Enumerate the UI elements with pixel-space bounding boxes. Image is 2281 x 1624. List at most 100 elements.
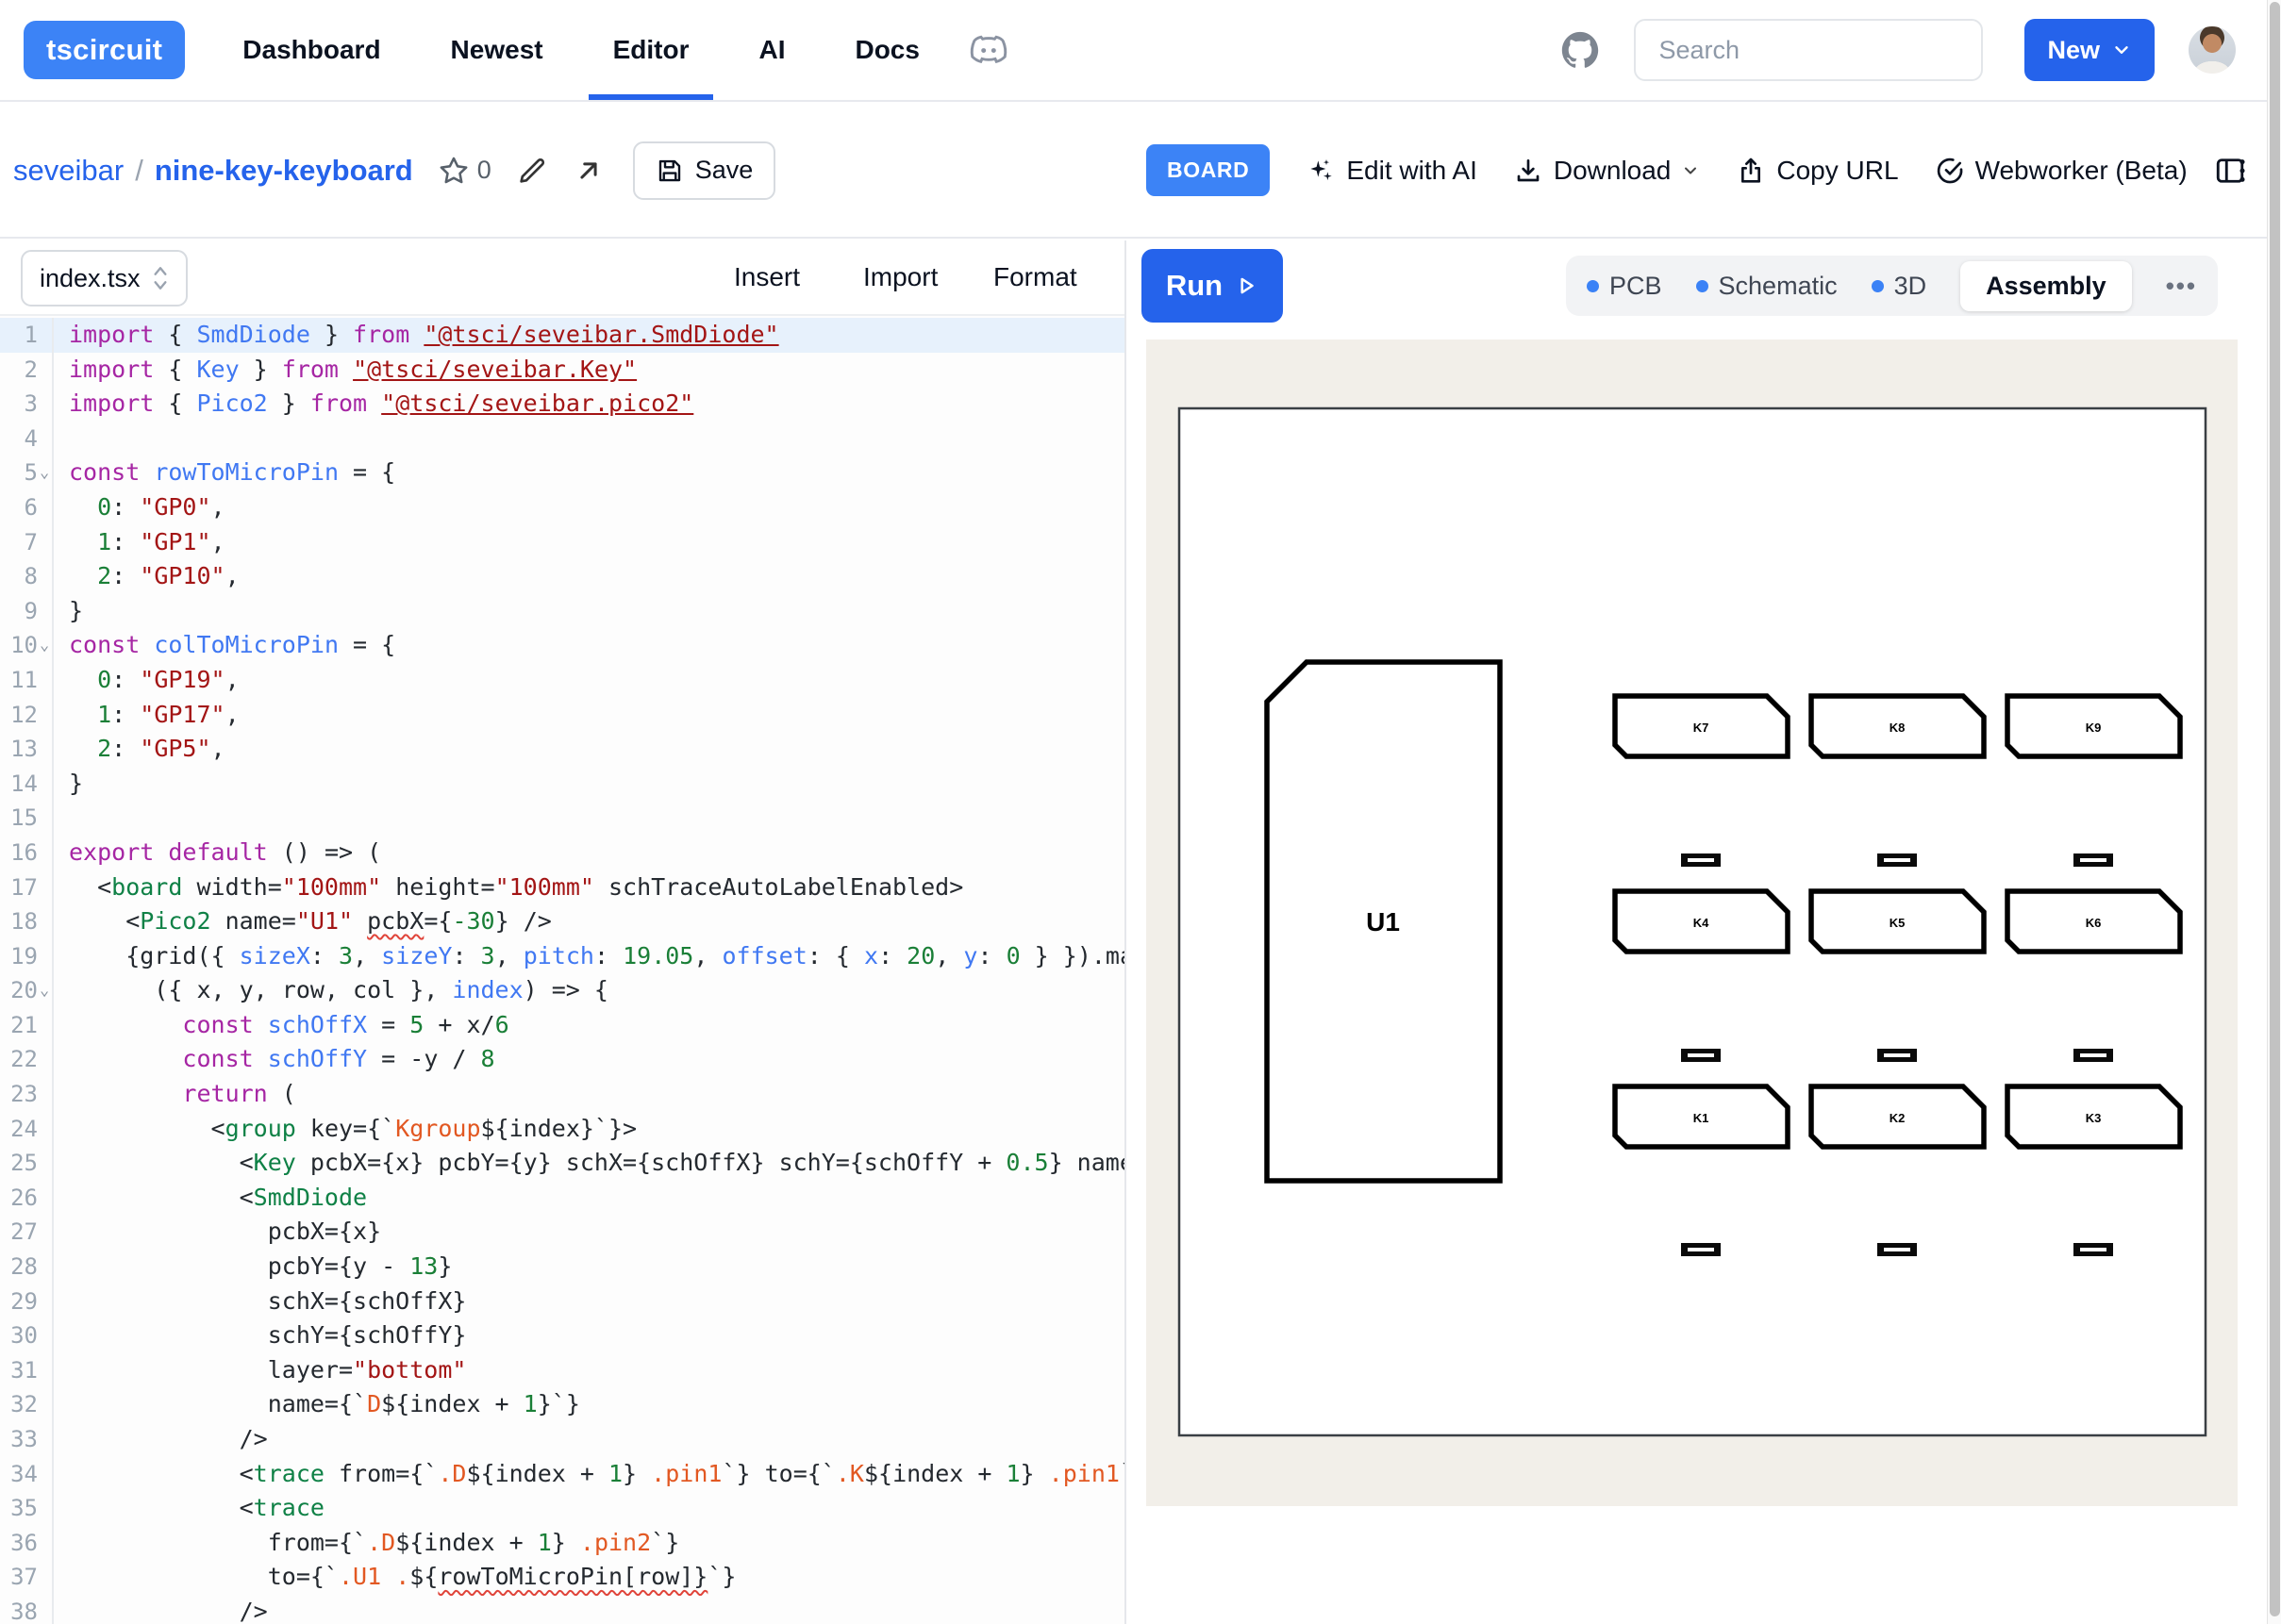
- code-line[interactable]: 30 schY={schOffY}: [0, 1318, 1124, 1353]
- code-line[interactable]: 10⌄const colToMicroPin = {: [0, 628, 1124, 663]
- code-line[interactable]: 28 pcbY={y - 13}: [0, 1250, 1124, 1284]
- component-key-k2[interactable]: K2: [1811, 1086, 1984, 1147]
- code-line[interactable]: 15: [0, 801, 1124, 836]
- code-line[interactable]: 8 2: "GP10",: [0, 559, 1124, 594]
- code-line[interactable]: 26 <SmdDiode: [0, 1181, 1124, 1216]
- code-line[interactable]: 3import { Pico2 } from "@tsci/seveibar.p…: [0, 387, 1124, 422]
- code-line[interactable]: 24 <group key={`Kgroup${index}`}>: [0, 1112, 1124, 1147]
- check-circle-icon: [1935, 156, 1965, 186]
- code-line[interactable]: 9}: [0, 594, 1124, 629]
- avatar[interactable]: [2189, 26, 2236, 74]
- component-diode[interactable]: [1681, 1243, 1721, 1256]
- code-line[interactable]: 38 />: [0, 1595, 1124, 1624]
- tabs-more-button[interactable]: •••: [2166, 272, 2197, 301]
- component-diode[interactable]: [1681, 1049, 1721, 1062]
- code-line[interactable]: 6 0: "GP0",: [0, 490, 1124, 525]
- code-line[interactable]: 29 schX={schOffX}: [0, 1284, 1124, 1319]
- code-line[interactable]: 32 name={`D${index + 1}`}: [0, 1387, 1124, 1422]
- save-button[interactable]: Save: [633, 141, 776, 200]
- code-line[interactable]: 35 <trace: [0, 1491, 1124, 1526]
- code-line[interactable]: 34 <trace from={`.D${index + 1} .pin1`} …: [0, 1457, 1124, 1492]
- code-line[interactable]: 14}: [0, 767, 1124, 802]
- project-toolbar: seveibar / nine-key-keyboard 0 Save: [0, 104, 2281, 239]
- code-line[interactable]: 16export default () => (: [0, 836, 1124, 870]
- code-line[interactable]: 27 pcbX={x}: [0, 1215, 1124, 1250]
- code-area[interactable]: 1import { SmdDiode } from "@tsci/seveiba…: [0, 318, 1124, 1624]
- new-button[interactable]: New: [2024, 19, 2155, 81]
- chevron-down-icon: [2111, 40, 2132, 60]
- page-scrollbar[interactable]: [2267, 0, 2281, 1624]
- code-line[interactable]: 21 const schOffX = 5 + x/6: [0, 1008, 1124, 1043]
- component-diode[interactable]: [1877, 1049, 1917, 1062]
- component-diode[interactable]: [2073, 1049, 2113, 1062]
- nav-item-dashboard[interactable]: Dashboard: [218, 0, 405, 100]
- code-line[interactable]: 20⌄ ({ x, y, row, col }, index) => {: [0, 973, 1124, 1008]
- import-button[interactable]: Import: [863, 240, 938, 314]
- component-key-k7[interactable]: K7: [1615, 696, 1788, 756]
- tab-3d[interactable]: 3D: [1872, 272, 1927, 301]
- code-line[interactable]: 12 1: "GP17",: [0, 698, 1124, 733]
- component-u1[interactable]: U1: [1267, 662, 1500, 1181]
- code-line[interactable]: 11 0: "GP19",: [0, 663, 1124, 698]
- code-line[interactable]: 18 <Pico2 name="U1" pcbX={-30} />: [0, 904, 1124, 939]
- webworker-toggle[interactable]: Webworker (Beta): [1935, 156, 2188, 186]
- board-badge[interactable]: BOARD: [1146, 144, 1270, 196]
- download-button[interactable]: Download: [1513, 156, 1701, 186]
- component-key-k3[interactable]: K3: [2007, 1086, 2180, 1147]
- code-line[interactable]: 5⌄const rowToMicroPin = {: [0, 456, 1124, 490]
- search-input[interactable]: [1634, 19, 1983, 81]
- star-icon[interactable]: [438, 155, 470, 187]
- component-key-k1[interactable]: K1: [1615, 1086, 1788, 1147]
- tab-schematic[interactable]: Schematic: [1696, 272, 1838, 301]
- component-diode[interactable]: [1877, 853, 1917, 867]
- run-button[interactable]: Run: [1141, 249, 1283, 323]
- open-external-icon[interactable]: [573, 155, 605, 187]
- nav-item-newest[interactable]: Newest: [426, 0, 568, 100]
- file-select[interactable]: index.tsx: [21, 250, 188, 307]
- code-line[interactable]: 17 <board width="100mm" height="100mm" s…: [0, 870, 1124, 905]
- component-diode[interactable]: [2073, 853, 2113, 867]
- code-line[interactable]: 19 {grid({ sizeX: 3, sizeY: 3, pitch: 19…: [0, 939, 1124, 974]
- scrollbar-thumb[interactable]: [2270, 2, 2280, 1616]
- insert-button[interactable]: Insert: [734, 240, 800, 314]
- tab-pcb[interactable]: PCB: [1587, 272, 1662, 301]
- component-key-k4[interactable]: K4: [1615, 891, 1788, 952]
- component-key-k8[interactable]: K8: [1811, 696, 1984, 756]
- code-line[interactable]: 31 layer="bottom": [0, 1353, 1124, 1388]
- nav-item-docs[interactable]: Docs: [830, 0, 943, 100]
- component-diode[interactable]: [1681, 853, 1721, 867]
- discord-icon[interactable]: [968, 29, 1009, 71]
- component-key-k6[interactable]: K6: [2007, 891, 2180, 952]
- code-line[interactable]: 22 const schOffY = -y / 8: [0, 1042, 1124, 1077]
- nav-item-editor[interactable]: Editor: [589, 0, 714, 100]
- code-line[interactable]: 4: [0, 422, 1124, 456]
- rename-pencil-icon[interactable]: [516, 155, 548, 187]
- component-diode[interactable]: [2073, 1243, 2113, 1256]
- code-line[interactable]: 7 1: "GP1",: [0, 525, 1124, 560]
- panel-toggle-icon[interactable]: [2213, 154, 2247, 188]
- status-dot: [1696, 280, 1708, 292]
- code-line[interactable]: 1import { SmdDiode } from "@tsci/seveiba…: [0, 318, 1124, 353]
- edit-with-ai-button[interactable]: Edit with AI: [1306, 156, 1477, 186]
- github-icon[interactable]: [1558, 28, 1602, 72]
- component-diode[interactable]: [1877, 1243, 1917, 1256]
- tab-assembly[interactable]: Assembly: [1960, 261, 2132, 311]
- code-line[interactable]: 33 />: [0, 1422, 1124, 1457]
- breadcrumb-owner[interactable]: seveibar: [13, 154, 124, 188]
- component-key-k5[interactable]: K5: [1811, 891, 1984, 952]
- code-line[interactable]: 13 2: "GP5",: [0, 732, 1124, 767]
- copy-url-button[interactable]: Copy URL: [1736, 156, 1898, 186]
- key-label: K8: [1890, 721, 1906, 735]
- code-line[interactable]: 23 return (: [0, 1077, 1124, 1112]
- brand-logo[interactable]: tscircuit: [24, 21, 185, 79]
- code-line[interactable]: 25 <Key pcbX={x} pcbY={y} schX={schOffX}…: [0, 1146, 1124, 1181]
- format-button[interactable]: Format: [993, 240, 1077, 314]
- view-tabs: PCB Schematic 3D Assembly •••: [1566, 256, 2218, 316]
- code-line[interactable]: 36 from={`.D${index + 1} .pin2`}: [0, 1526, 1124, 1561]
- code-line[interactable]: 37 to={`.U1 .${rowToMicroPin[row]}`}: [0, 1560, 1124, 1595]
- code-line[interactable]: 2import { Key } from "@tsci/seveibar.Key…: [0, 353, 1124, 388]
- nav-item-ai[interactable]: AI: [734, 0, 809, 100]
- breadcrumb-project[interactable]: nine-key-keyboard: [155, 154, 413, 188]
- assembly-canvas[interactable]: U1 K7 K8 K9: [1146, 340, 2238, 1506]
- component-key-k9[interactable]: K9: [2007, 696, 2180, 756]
